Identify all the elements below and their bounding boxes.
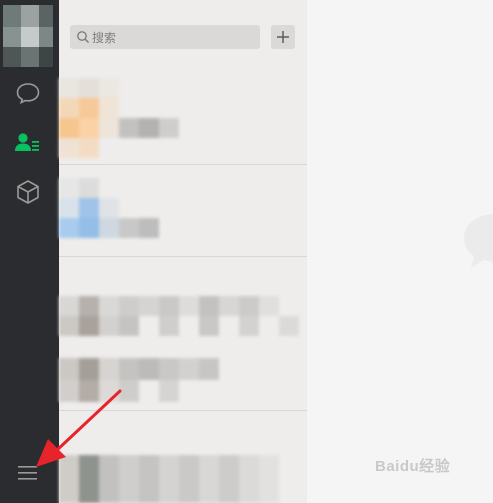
divider (59, 164, 307, 165)
list-item[interactable] (59, 78, 189, 160)
add-button[interactable] (271, 25, 295, 49)
plus-icon (277, 31, 289, 43)
watermark: Baidu经验 (375, 458, 451, 475)
search-input[interactable]: 搜索 (70, 25, 260, 49)
divider (59, 256, 307, 257)
contacts-icon[interactable] (14, 129, 42, 157)
avatar[interactable] (3, 5, 53, 67)
cube-icon[interactable] (14, 178, 42, 206)
chat-bubble-icon[interactable] (14, 79, 42, 107)
search-placeholder: 搜索 (92, 30, 117, 45)
wechat-logo-icon (460, 210, 493, 274)
red-arrow-annotation (36, 389, 122, 467)
list-item[interactable] (59, 178, 169, 258)
search-icon (77, 31, 90, 44)
list-item[interactable] (59, 296, 304, 340)
